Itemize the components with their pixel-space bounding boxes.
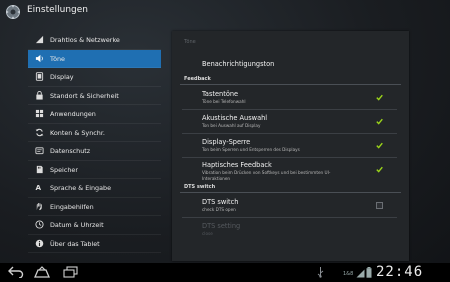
category-divider: [180, 192, 401, 193]
sidebar-item-label: Töne: [50, 54, 65, 63]
recent-apps-icon[interactable]: [62, 266, 78, 278]
sidebar-item-label: Eingabehilfen: [50, 202, 94, 211]
storage-icon: [36, 165, 43, 173]
settings-sidebar: Drahtlos & Netzwerke Töne Display Stando…: [28, 31, 161, 253]
sidebar-item-storage[interactable]: Speicher: [28, 161, 161, 179]
sidebar-item-location-security[interactable]: Standort & Sicherheit: [28, 87, 161, 105]
screen-lock-sound-title: Display-Sperre: [202, 138, 251, 146]
privacy-icon: [35, 147, 44, 155]
battery-icon: [366, 267, 372, 278]
sidebar-item-label: Speicher: [50, 165, 78, 174]
sidebar-item-accessibility[interactable]: Eingabehilfen: [28, 198, 161, 216]
audible-selection-title: Akustische Auswahl: [202, 114, 268, 122]
sidebar-item-label: Anwendungen: [50, 110, 96, 118]
screen-lock-sound-checkbox[interactable]: [376, 142, 383, 149]
haptic-feedback-title: Haptisches Feedback: [202, 161, 272, 169]
dts-switch-summary: check DTS open: [202, 207, 236, 212]
dts-switch-title: DTS switch: [202, 198, 239, 206]
sidebar-item-date-time[interactable]: Datum & Uhrzeit: [28, 216, 161, 235]
apps-icon: [35, 109, 44, 118]
sidebar-item-label: Konten & Synchr.: [50, 128, 105, 137]
clock-icon: [35, 220, 44, 229]
dts-setting-row: DTS setting close: [172, 218, 409, 240]
haptic-feedback-checkbox[interactable]: [376, 166, 383, 173]
sidebar-item-label: Über das Tablet: [50, 239, 100, 248]
dts-switch-checkbox[interactable]: [376, 202, 383, 209]
wifi-icon: [356, 269, 365, 278]
sidebar-item-label: Drahtlos & Netzwerke: [50, 36, 120, 44]
dts-setting-title: DTS setting: [202, 222, 241, 230]
home-icon[interactable]: [34, 266, 50, 278]
window-title: Einstellungen: [27, 5, 89, 15]
key-tones-summary: Töne bei Telefonwahl: [202, 99, 246, 104]
haptic-feedback-summary-line2: Interaktionen: [202, 175, 231, 181]
status-clock[interactable]: 22:46: [376, 264, 423, 280]
sound-settings-panel: Töne Benachrichtigungston Feedback Taste…: [172, 31, 409, 261]
sidebar-item-label: Display: [50, 73, 74, 81]
display-icon: [35, 72, 44, 81]
sidebar-item-wireless[interactable]: Drahtlos & Netzwerke: [28, 31, 161, 50]
back-icon[interactable]: [8, 266, 24, 278]
wireless-icon: [35, 35, 44, 44]
dts-switch-row[interactable]: DTS switch check DTS open: [172, 194, 409, 216]
language-icon: A: [35, 183, 41, 192]
settings-screen: Einstellungen Drahtlos & Netzwerke Töne …: [0, 0, 450, 282]
location-lock-icon: [36, 90, 43, 100]
notification-ringtone-title: Benachrichtigungston: [202, 60, 275, 68]
dts-category-header: DTS switch: [184, 184, 216, 190]
screen-lock-sound-row[interactable]: Display-Sperre Ton beim Sperren und Ents…: [172, 134, 409, 156]
usb-debug-icon: [317, 267, 324, 278]
feedback-category-header: Feedback: [184, 76, 211, 82]
sidebar-item-about-tablet[interactable]: Über das Tablet: [28, 235, 161, 253]
audible-selection-checkbox[interactable]: [376, 118, 383, 125]
sidebar-item-label: Standort & Sicherheit: [50, 91, 119, 100]
audible-selection-row[interactable]: Akustische Auswahl Ton bei Auswahl auf D…: [172, 110, 409, 132]
audible-selection-summary: Ton bei Auswahl auf Display: [202, 123, 261, 128]
status-indicator-text: 1&8: [343, 271, 354, 277]
key-tones-title: Tastentöne: [202, 90, 239, 98]
sidebar-item-label: Datenschutz: [50, 147, 91, 155]
sidebar-item-display[interactable]: Display: [28, 68, 161, 87]
accessibility-icon: [36, 202, 42, 210]
key-tones-row[interactable]: Tastentöne Töne bei Telefonwahl: [172, 86, 409, 108]
notification-ringtone-row[interactable]: Benachrichtigungston: [172, 53, 409, 71]
sidebar-item-label: Datum & Uhrzeit: [50, 221, 104, 229]
sync-icon: [35, 128, 44, 136]
sidebar-item-label: Sprache & Eingabe: [50, 184, 112, 192]
haptic-feedback-row[interactable]: Haptisches Feedback Vibration beim Drück…: [172, 158, 409, 184]
sidebar-item-apps[interactable]: Anwendungen: [28, 105, 161, 124]
category-divider: [180, 84, 401, 85]
title-bar: Einstellungen: [0, 0, 450, 24]
system-navigation-bar: 1&8 22:46: [0, 263, 450, 282]
sidebar-item-language-input[interactable]: A Sprache & Eingabe: [28, 179, 161, 198]
key-tones-checkbox[interactable]: [376, 94, 383, 101]
sidebar-item-sounds[interactable]: Töne: [28, 49, 161, 68]
svg-text:A: A: [35, 183, 41, 192]
dts-setting-summary: close: [202, 231, 213, 236]
screen-lock-sound-summary: Ton beim Sperren und Entsperren des Disp…: [202, 147, 300, 152]
settings-app-icon[interactable]: [5, 4, 21, 20]
speaker-icon: [35, 54, 43, 62]
sidebar-item-accounts-sync[interactable]: Konten & Synchr.: [28, 124, 161, 142]
panel-header: Töne: [184, 39, 196, 45]
sidebar-item-privacy[interactable]: Datenschutz: [28, 142, 161, 161]
info-icon: [35, 239, 44, 247]
